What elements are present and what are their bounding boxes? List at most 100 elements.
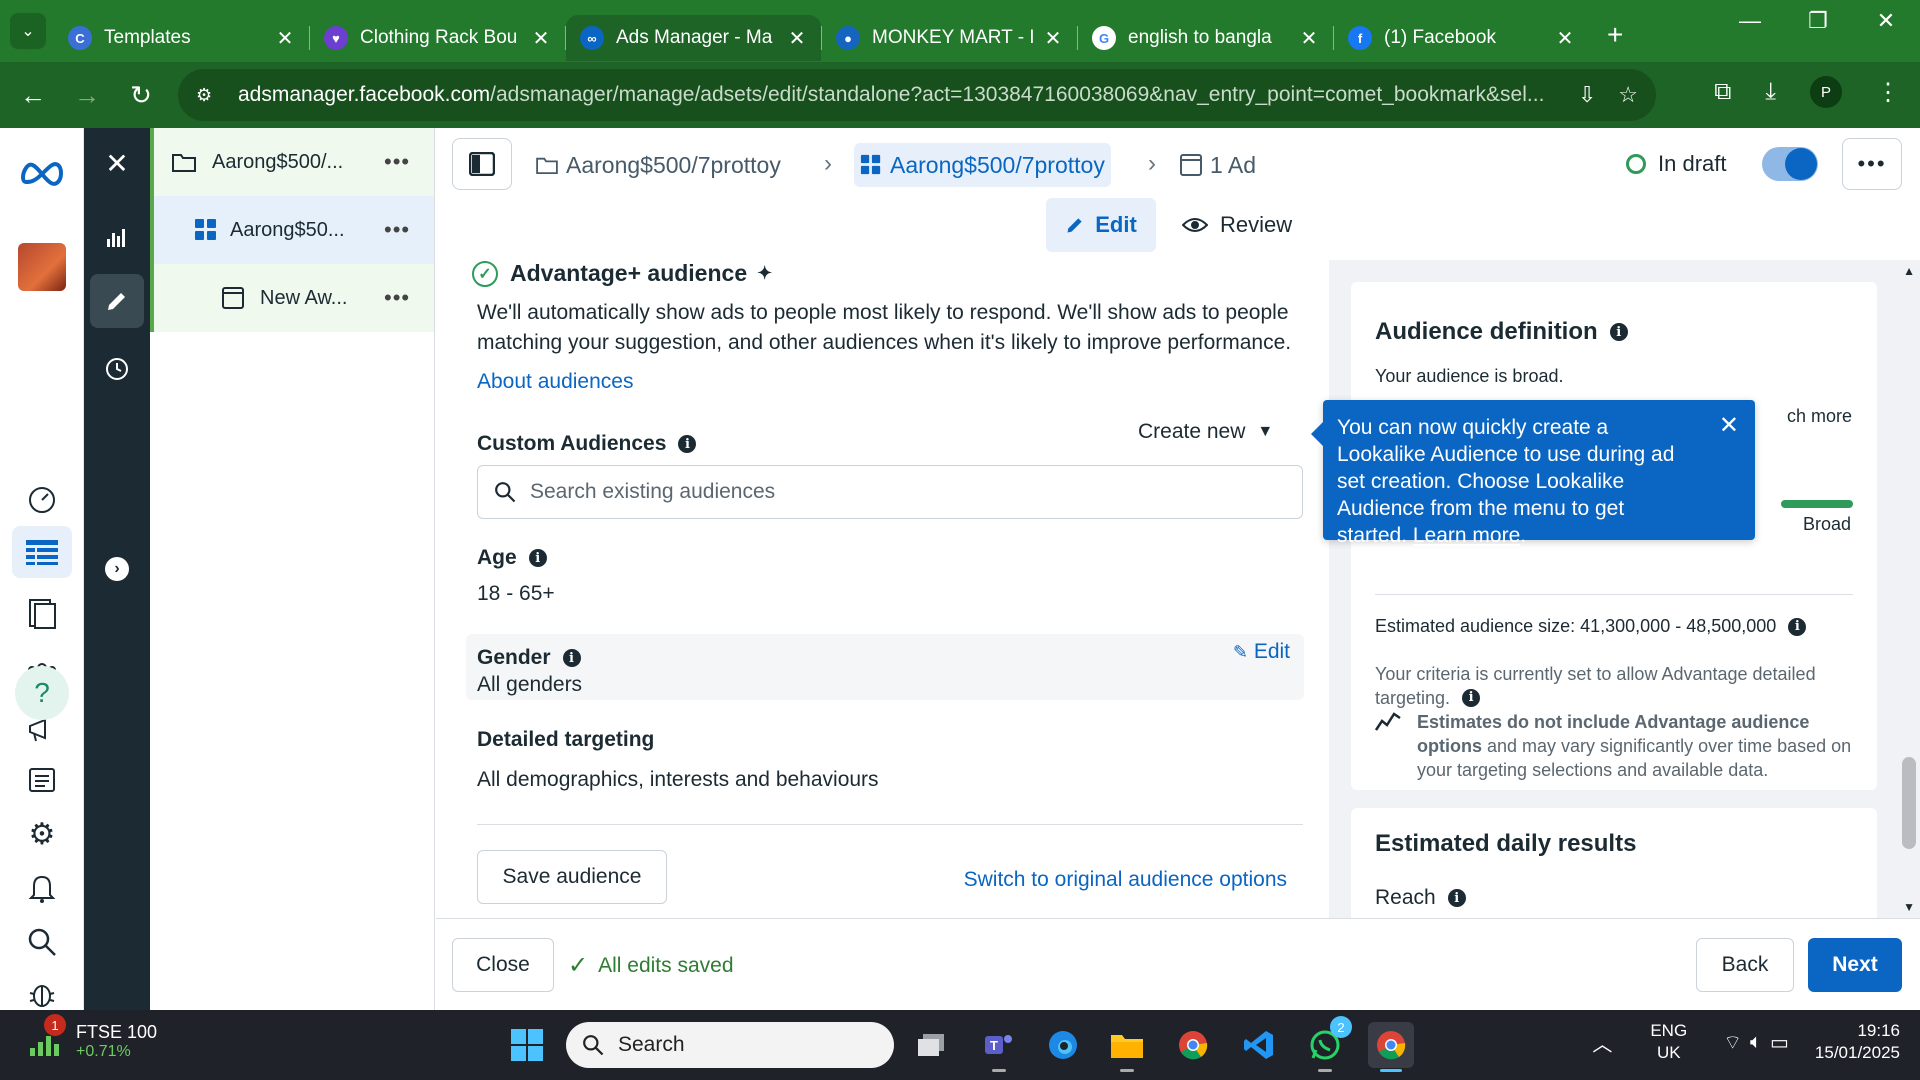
- save-audience-button[interactable]: Save audience: [477, 850, 667, 904]
- clock[interactable]: 19:16 15/01/2025: [1815, 1020, 1900, 1064]
- forward-arrow-icon[interactable]: →: [60, 80, 114, 111]
- expand-arrow-icon[interactable]: ›: [90, 542, 144, 596]
- tree-item-more-icon[interactable]: •••: [384, 217, 434, 243]
- site-info-icon[interactable]: ⚙: [196, 85, 220, 106]
- wifi-icon[interactable]: ⌔: [1723, 1030, 1742, 1055]
- tree-item-more-icon[interactable]: •••: [384, 285, 434, 311]
- scroll-down-icon[interactable]: ▼: [1903, 900, 1915, 914]
- chrome-icon[interactable]: [1170, 1022, 1216, 1068]
- install-app-icon[interactable]: ⇩: [1578, 82, 1596, 108]
- edit-tab[interactable]: Edit: [1046, 198, 1156, 252]
- edit-pencil-icon[interactable]: [90, 274, 144, 328]
- notifications-bell-icon[interactable]: [12, 862, 72, 914]
- edge-browser-icon[interactable]: [1040, 1022, 1086, 1068]
- tree-item-campaign[interactable]: Aarong$500/... •••: [150, 128, 434, 196]
- campaigns-table-icon[interactable]: [12, 526, 72, 578]
- history-clock-icon[interactable]: [90, 342, 144, 396]
- browser-tab[interactable]: ∞ Ads Manager - Ma ✕: [566, 15, 821, 61]
- scroll-up-icon[interactable]: ▲: [1903, 264, 1915, 278]
- vscode-icon[interactable]: [1236, 1022, 1282, 1068]
- close-tooltip-icon[interactable]: ✕: [1719, 412, 1739, 439]
- browser-tab[interactable]: ♥ Clothing Rack Bou ✕: [310, 15, 565, 61]
- account-avatar[interactable]: [18, 243, 66, 291]
- profile-avatar[interactable]: P: [1810, 76, 1842, 108]
- file-explorer-icon[interactable]: [1104, 1022, 1150, 1072]
- about-audiences-link[interactable]: About audiences: [477, 370, 633, 394]
- bookmark-star-icon[interactable]: ☆: [1618, 82, 1638, 108]
- address-bar[interactable]: ⚙ adsmanager.facebook.com/adsmanager/man…: [178, 69, 1656, 121]
- meta-logo-icon[interactable]: [20, 158, 64, 188]
- minimize-icon[interactable]: —: [1716, 8, 1784, 34]
- extensions-icon[interactable]: ⧉: [1714, 78, 1731, 106]
- volume-icon[interactable]: 🔈︎: [1750, 1031, 1762, 1054]
- close-tab-icon[interactable]: ✕: [1043, 26, 1063, 51]
- info-icon[interactable]: i: [562, 649, 581, 667]
- help-icon[interactable]: ?: [15, 666, 69, 720]
- close-button[interactable]: Close: [452, 938, 554, 992]
- url-text[interactable]: adsmanager.facebook.com/adsmanager/manag…: [238, 83, 1556, 107]
- scroll-thumb[interactable]: [1902, 757, 1916, 849]
- info-icon[interactable]: i: [1447, 889, 1466, 907]
- breadcrumb-ad[interactable]: 1 Ad: [1180, 143, 1256, 187]
- review-tab[interactable]: Review: [1182, 198, 1292, 252]
- chrome-active-icon[interactable]: [1368, 1022, 1414, 1072]
- next-button[interactable]: Next: [1808, 938, 1902, 992]
- close-editor-icon[interactable]: ✕: [90, 136, 144, 190]
- settings-gear-icon[interactable]: ⚙: [12, 808, 72, 860]
- teams-icon[interactable]: T: [976, 1022, 1022, 1072]
- tree-item-ad[interactable]: New Aw... •••: [150, 264, 434, 332]
- search-icon[interactable]: [12, 916, 72, 968]
- learn-more-link[interactable]: Learn more: [1413, 524, 1520, 547]
- downloads-icon[interactable]: ⤓: [1765, 78, 1776, 106]
- close-tab-icon[interactable]: ✕: [531, 26, 551, 51]
- tree-item-more-icon[interactable]: •••: [384, 149, 434, 175]
- reload-icon[interactable]: ↻: [114, 80, 168, 111]
- close-tab-icon[interactable]: ✕: [1299, 26, 1319, 51]
- breadcrumb-adset[interactable]: Aarong$500/7prottoy: [854, 143, 1111, 187]
- tab-search-button[interactable]: ⌄: [10, 13, 46, 49]
- info-icon[interactable]: i: [1609, 323, 1628, 341]
- charts-icon[interactable]: [90, 210, 144, 264]
- browser-menu-icon[interactable]: ⋮: [1876, 78, 1900, 107]
- browser-tab[interactable]: f (1) Facebook ✕: [1334, 15, 1589, 61]
- breadcrumb-campaign[interactable]: Aarong$500/7prottoy: [536, 143, 781, 187]
- browser-tab[interactable]: ● MONKEY MART - I ✕: [822, 15, 1077, 61]
- back-arrow-icon[interactable]: ←: [6, 80, 60, 111]
- battery-icon[interactable]: ▭: [1770, 1030, 1789, 1055]
- switch-audience-options-link[interactable]: Switch to original audience options: [964, 868, 1287, 892]
- restore-icon[interactable]: ❐: [1784, 8, 1852, 34]
- close-tab-icon[interactable]: ✕: [275, 26, 295, 51]
- info-icon[interactable]: i: [1462, 689, 1481, 707]
- tree-item-adset[interactable]: Aarong$50... •••: [150, 196, 434, 264]
- task-view-icon[interactable]: [908, 1022, 954, 1068]
- more-options-button[interactable]: •••: [1842, 138, 1902, 190]
- browser-tab[interactable]: Genglish to bangla ✕: [1078, 15, 1333, 61]
- adset-toggle-switch[interactable]: [1762, 147, 1818, 181]
- close-window-icon[interactable]: ✕: [1852, 8, 1920, 34]
- save-status: ✓ All edits saved: [568, 952, 734, 979]
- stock-widget[interactable]: 1 FTSE 100 +0.71%: [28, 1014, 157, 1061]
- close-tab-icon[interactable]: ✕: [1555, 26, 1575, 51]
- catalog-pages-icon[interactable]: [12, 588, 72, 640]
- show-hidden-icons-chevron-icon[interactable]: ︿: [1592, 1028, 1612, 1057]
- system-tray: ︿ ENG UK ⌔ 🔈︎ ▭ 19:16 15/01/2025: [1592, 1020, 1900, 1064]
- info-icon[interactable]: i: [678, 435, 697, 453]
- whatsapp-icon[interactable]: 2: [1302, 1016, 1352, 1072]
- windows-start-icon[interactable]: [504, 1022, 550, 1068]
- panel-scrollbar[interactable]: ▲ ▼: [1898, 260, 1920, 918]
- taskbar-search-box[interactable]: Search: [566, 1022, 894, 1068]
- browser-tab[interactable]: C Templates ✕: [54, 15, 309, 61]
- adset-grid-icon: [195, 219, 216, 240]
- gender-edit-link[interactable]: ✎ Edit: [1233, 640, 1290, 664]
- info-icon[interactable]: i: [528, 549, 547, 567]
- account-quality-icon[interactable]: [12, 754, 72, 806]
- language-indicator[interactable]: ENG UK: [1650, 1020, 1687, 1064]
- close-tab-icon[interactable]: ✕: [787, 26, 807, 51]
- create-new-dropdown[interactable]: Create new ▼: [1138, 420, 1273, 444]
- info-icon[interactable]: i: [1788, 617, 1807, 636]
- toggle-sidebar-button[interactable]: [452, 138, 512, 190]
- new-tab-button[interactable]: +: [1607, 19, 1623, 51]
- performance-gauge-icon[interactable]: [12, 474, 72, 526]
- back-button[interactable]: Back: [1696, 938, 1794, 992]
- custom-audience-search-input[interactable]: Search existing audiences: [477, 465, 1303, 519]
